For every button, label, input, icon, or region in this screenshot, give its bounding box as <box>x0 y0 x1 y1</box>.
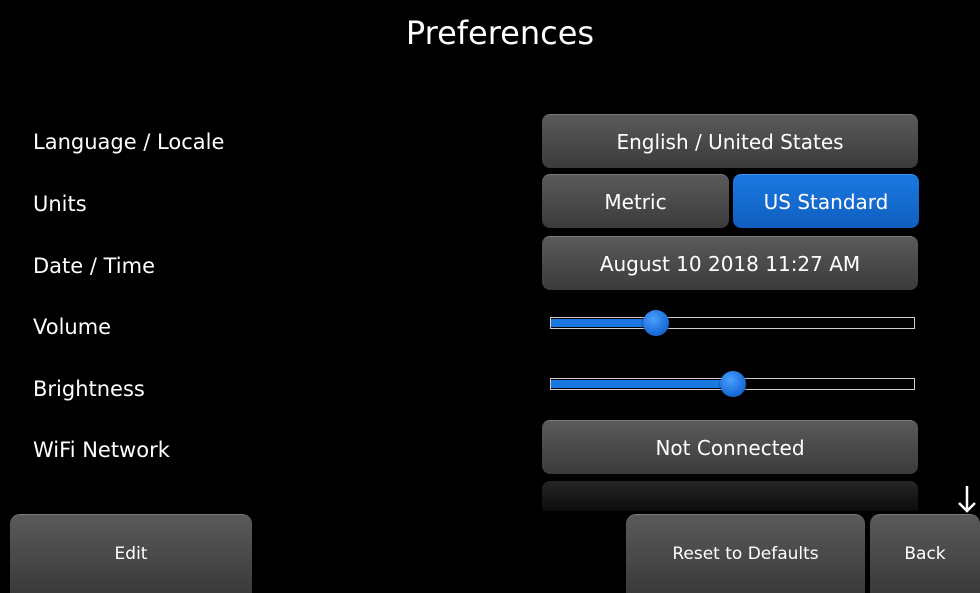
volume-slider-fill <box>551 319 657 327</box>
wifi-value: Not Connected <box>655 435 805 460</box>
volume-label: Volume <box>33 315 112 339</box>
language-button[interactable]: English / United States <box>542 114 918 168</box>
volume-slider-knob[interactable] <box>643 310 670 336</box>
back-button-label: Back <box>904 544 946 564</box>
units-metric-label: Metric <box>604 189 667 214</box>
reset-defaults-label: Reset to Defaults <box>672 544 819 564</box>
brightness-slider[interactable] <box>550 371 915 397</box>
volume-slider[interactable] <box>550 310 915 336</box>
brightness-label: Brightness <box>33 377 145 401</box>
units-label: Units <box>33 192 87 216</box>
edit-button[interactable]: Edit <box>10 514 252 593</box>
units-us-standard-label: US Standard <box>763 189 889 214</box>
datetime-button[interactable]: August 10 2018 11:27 AM <box>542 236 918 290</box>
wifi-button[interactable]: Not Connected <box>542 420 918 474</box>
arrow-down-icon[interactable] <box>955 484 979 514</box>
hidden-row-button <box>542 481 918 511</box>
wifi-label: WiFi Network <box>33 438 170 462</box>
language-value: English / United States <box>616 129 844 154</box>
reset-defaults-button[interactable]: Reset to Defaults <box>626 514 865 593</box>
edit-button-label: Edit <box>114 544 148 564</box>
brightness-slider-fill <box>551 380 733 388</box>
datetime-label: Date / Time <box>33 254 156 278</box>
units-us-standard-button[interactable]: US Standard <box>733 174 919 228</box>
preferences-screen: Preferences Language / Locale English / … <box>0 0 980 593</box>
page-title: Preferences <box>405 14 595 52</box>
back-button[interactable]: Back <box>870 514 980 593</box>
language-label: Language / Locale <box>33 130 225 154</box>
datetime-value: August 10 2018 11:27 AM <box>599 251 861 276</box>
units-metric-button[interactable]: Metric <box>542 174 729 228</box>
brightness-slider-knob[interactable] <box>719 371 746 397</box>
